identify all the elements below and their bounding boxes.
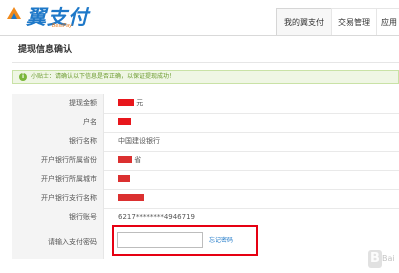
row-bank-name: 银行名称 中国建设银行 <box>12 132 399 152</box>
header: 翼支付 BestPay 我的翼支付 交易管理 应用 <box>0 0 399 36</box>
row-value-province: 省 <box>118 151 141 170</box>
amount-unit: 元 <box>136 99 144 107</box>
tip-text: 小贴士：请确认以下信息是否正确，以保证提现成功！ <box>31 73 176 80</box>
baidu-watermark: B Bai <box>368 250 396 270</box>
row-value-amount: 元 <box>118 94 143 113</box>
row-city: 开户银行所属城市 <box>12 170 399 190</box>
row-value-city <box>118 170 130 189</box>
page-title: 提现信息确认 <box>18 45 73 55</box>
row-value-bank-name: 中国建设银行 <box>118 137 160 145</box>
tab-my-bestpay[interactable]: 我的翼支付 <box>276 8 332 36</box>
redacted-mark <box>118 117 131 125</box>
row-label-province: 开户银行所属省份 <box>41 156 97 164</box>
forgot-password-link[interactable]: 忘记密码 <box>209 235 233 244</box>
baidu-watermark-icon: B <box>368 250 382 268</box>
title-divider <box>12 62 399 63</box>
bestpay-logo[interactable]: 翼支付 BestPay <box>6 2 102 29</box>
tab-transactions[interactable]: 交易管理 <box>331 8 377 36</box>
payment-password-input[interactable] <box>117 232 203 248</box>
row-amount: 提现金额 元 <box>12 94 399 114</box>
row-label-amount: 提现金额 <box>69 99 97 107</box>
top-nav: 我的翼支付 交易管理 应用 <box>276 8 399 36</box>
row-label-account-name: 户名 <box>83 118 97 126</box>
redacted-mark <box>118 155 132 163</box>
redacted-mark <box>118 193 144 201</box>
logo-subtext: BestPay <box>52 23 73 29</box>
row-label-branch: 开户银行支行名称 <box>41 194 97 202</box>
row-label-city: 开户银行所属城市 <box>41 175 97 183</box>
row-province: 开户银行所属省份 省 <box>12 151 399 171</box>
row-account-name: 户名 <box>12 113 399 133</box>
redacted-mark <box>118 174 130 182</box>
row-value-account-name <box>118 113 131 132</box>
row-label-bank-name: 银行名称 <box>69 137 97 145</box>
watermark-text: Bai <box>382 254 395 263</box>
province-suffix: 省 <box>134 156 142 164</box>
row-branch: 开户银行支行名称 <box>12 189 399 209</box>
payment-password-label: 请输入支付密码 <box>48 238 97 246</box>
tip-bar: i 小贴士：请确认以下信息是否正确，以保证提现成功！ <box>12 70 399 84</box>
row-label-account-number: 银行账号 <box>69 213 97 221</box>
tab-apps[interactable]: 应用 <box>376 8 399 36</box>
redacted-mark <box>118 98 134 106</box>
row-value-branch <box>118 189 144 208</box>
bestpay-logo-icon <box>7 7 21 19</box>
info-icon: i <box>19 73 27 81</box>
header-divider <box>0 35 399 36</box>
row-payment-password: 请输入支付密码 忘记密码 <box>12 225 399 259</box>
